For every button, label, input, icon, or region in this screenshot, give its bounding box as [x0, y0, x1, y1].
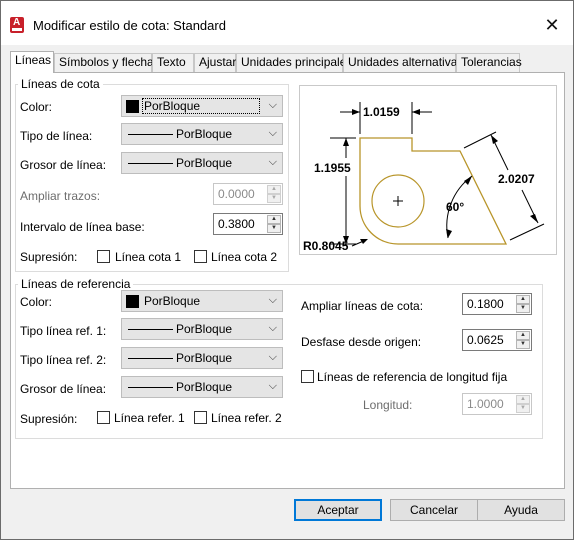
tab-tolerancias[interactable]: Tolerancias: [456, 53, 522, 72]
ok-button[interactable]: Aceptar: [294, 499, 382, 521]
window-title: Modificar estilo de cota: Standard: [33, 18, 226, 33]
dim-baseline-spinner[interactable]: 0.3800 ▲ ▼: [213, 213, 283, 235]
color-swatch: [126, 100, 139, 113]
tab-unidades-alternativas[interactable]: Unidades alternativas: [343, 53, 463, 72]
autocad-app-icon: A: [10, 17, 24, 33]
ext-linetype2-combo[interactable]: PorBloque ⌵: [121, 347, 283, 369]
chevron-down-icon: ⌵: [268, 380, 277, 392]
ext-color-value: PorBloque: [144, 294, 201, 308]
preview-dim-top: 1.0159: [363, 105, 400, 119]
ext-suppress-label: Supresión:: [20, 412, 78, 426]
tab-lineas[interactable]: Líneas: [10, 51, 54, 73]
dim-suppress-2-checkbox[interactable]: [194, 250, 207, 263]
dim-color-combo[interactable]: PorBloque ⌵: [121, 95, 283, 117]
ext-suppress-2-checkbox[interactable]: [194, 411, 207, 424]
ext-linetype1-label: Tipo línea ref. 1:: [20, 324, 107, 338]
spin-up-icon[interactable]: ▲: [267, 215, 281, 224]
dim-linetype-combo[interactable]: PorBloque ⌵: [121, 123, 283, 145]
chevron-down-icon: ⌵: [268, 351, 277, 363]
dim-lineweight-value: PorBloque: [176, 156, 233, 170]
spin-up-icon[interactable]: ▲: [516, 331, 530, 340]
ext-offset-label: Desfase desde origen:: [301, 335, 422, 349]
ext-extend-spinner[interactable]: 0.1800 ▲ ▼: [462, 293, 532, 315]
dim-extend-value: 0.0000: [218, 187, 255, 201]
lineweight-sample: [128, 163, 173, 164]
close-button[interactable]: ✕: [535, 11, 569, 39]
spin-down-icon[interactable]: ▼: [516, 304, 530, 313]
group-dimension-lines-legend: Líneas de cota: [18, 77, 103, 91]
dim-lineweight-label: Grosor de línea:: [20, 158, 107, 172]
ext-offset-spinner[interactable]: 0.0625 ▲ ▼: [462, 329, 532, 351]
spin-down-icon[interactable]: ▼: [516, 404, 530, 413]
chevron-down-icon: ⌵: [268, 156, 277, 168]
ext-color-combo[interactable]: PorBloque ⌵: [121, 290, 283, 312]
spin-down-icon[interactable]: ▼: [267, 224, 281, 233]
dim-suppress-1-label[interactable]: Línea cota 1: [115, 250, 181, 264]
tab-panel-lineas: Líneas de cota Color: PorBloque ⌵ Tipo d…: [10, 72, 565, 489]
linetype-sample: [128, 329, 173, 330]
dim-suppress-label: Supresión:: [20, 250, 78, 264]
linetype-sample: [128, 134, 173, 135]
preview-dim-left: 1.1955: [314, 161, 351, 175]
ext-extend-label: Ampliar líneas de cota:: [301, 299, 424, 313]
tab-unidades-principales[interactable]: Unidades principales: [236, 53, 352, 72]
dim-linetype-value: PorBloque: [176, 127, 233, 141]
ext-lineweight-label: Grosor de línea:: [20, 382, 107, 396]
spin-up-icon[interactable]: ▲: [516, 295, 530, 304]
dim-color-value: PorBloque: [144, 99, 201, 113]
spin-up-icon[interactable]: ▲: [516, 395, 530, 404]
fixed-length-checkbox[interactable]: [301, 370, 314, 383]
ext-linetype1-value: PorBloque: [176, 322, 233, 336]
linetype-sample: [128, 358, 173, 359]
tab-ajustar[interactable]: Ajustar: [194, 53, 236, 72]
fixed-length-label[interactable]: Líneas de referencia de longitud fija: [317, 370, 507, 384]
length-spinner[interactable]: 1.0000 ▲ ▼: [462, 393, 532, 415]
preview-angle: 60°: [446, 200, 464, 214]
ext-suppress-1-label[interactable]: Línea refer. 1: [114, 411, 185, 425]
ext-lineweight-combo[interactable]: PorBloque ⌵: [121, 376, 283, 398]
length-value: 1.0000: [467, 397, 504, 411]
ext-suppress-1-checkbox[interactable]: [97, 411, 110, 424]
color-swatch: [126, 295, 139, 308]
spin-up-icon[interactable]: ▲: [267, 185, 281, 194]
chevron-down-icon: ⌵: [268, 322, 277, 334]
ext-color-label: Color:: [20, 295, 53, 309]
preview-radius: R0.8045: [303, 239, 349, 253]
tab-simbolos-flechas[interactable]: Símbolos y flechas: [54, 53, 160, 72]
dimension-preview: 1.0159 1.1955 2.0207 60° R0.8045: [299, 85, 557, 255]
ext-lineweight-value: PorBloque: [176, 380, 233, 394]
tab-texto[interactable]: Texto: [152, 53, 194, 72]
cancel-button[interactable]: Cancelar: [390, 499, 478, 521]
preview-drawing: 1.0159 1.1955 2.0207 60° R0.8045: [303, 102, 545, 253]
spin-down-icon[interactable]: ▼: [516, 340, 530, 349]
chevron-down-icon: ⌵: [268, 99, 277, 111]
ext-extend-value: 0.1800: [467, 297, 504, 311]
help-button[interactable]: Ayuda: [477, 499, 565, 521]
group-extension-lines-legend: Líneas de referencia: [18, 277, 134, 291]
dim-color-label: Color:: [20, 100, 53, 114]
title-bar: A Modificar estilo de cota: Standard ✕: [1, 1, 573, 45]
dim-extend-spinner[interactable]: 0.0000 ▲ ▼: [213, 183, 283, 205]
chevron-down-icon: ⌵: [268, 127, 277, 139]
dim-lineweight-combo[interactable]: PorBloque ⌵: [121, 152, 283, 174]
ext-linetype2-value: PorBloque: [176, 351, 233, 365]
lineweight-sample: [128, 387, 173, 388]
length-label: Longitud:: [363, 398, 413, 412]
dim-linetype-label: Tipo de línea:: [20, 129, 93, 143]
ext-suppress-2-label[interactable]: Línea refer. 2: [211, 411, 282, 425]
dim-baseline-label: Intervalo de línea base:: [20, 220, 145, 234]
ext-linetype2-label: Tipo línea ref. 2:: [20, 353, 107, 367]
ext-linetype1-combo[interactable]: PorBloque ⌵: [121, 318, 283, 340]
app-icon-letter: A: [13, 17, 21, 28]
preview-dim-right: 2.0207: [498, 172, 535, 186]
dim-suppress-2-label[interactable]: Línea cota 2: [211, 250, 277, 264]
dimension-style-dialog: A Modificar estilo de cota: Standard ✕ L…: [0, 0, 574, 540]
ext-offset-value: 0.0625: [467, 333, 504, 347]
dim-suppress-1-checkbox[interactable]: [97, 250, 110, 263]
chevron-down-icon: ⌵: [268, 294, 277, 306]
dim-baseline-value: 0.3800: [218, 217, 255, 231]
spin-down-icon[interactable]: ▼: [267, 194, 281, 203]
preview-part-outline: [359, 137, 508, 245]
dim-extend-label: Ampliar trazos:: [20, 189, 101, 203]
